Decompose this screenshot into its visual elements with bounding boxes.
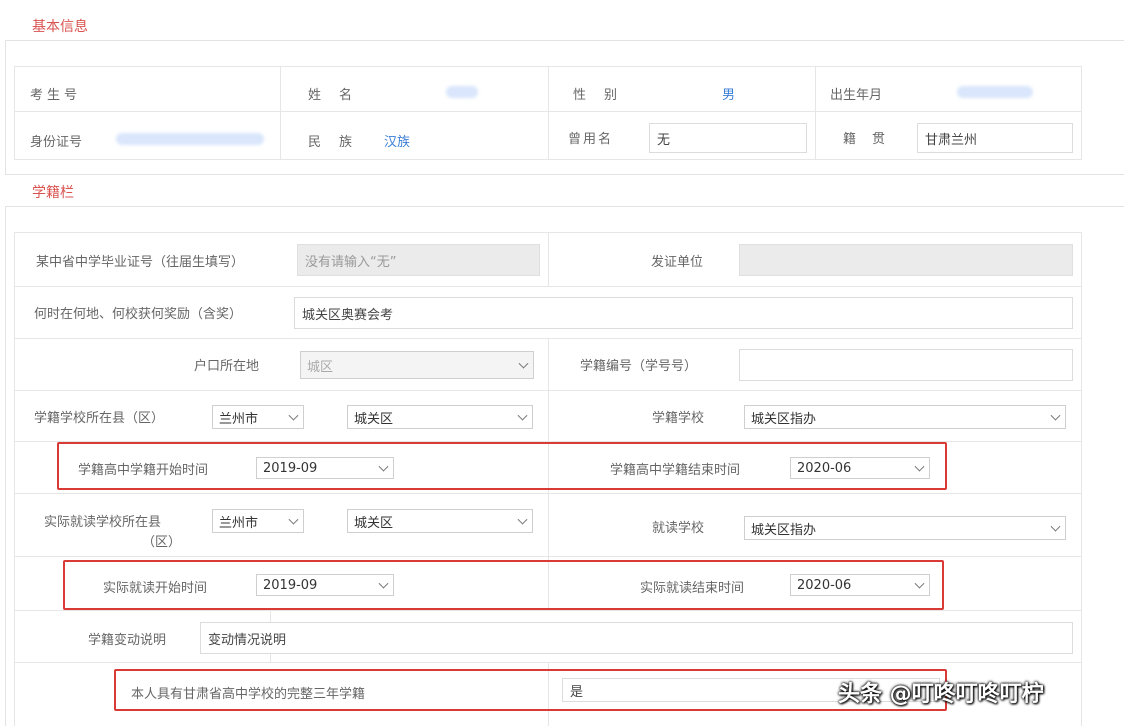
student-no-label: 学籍编号（学号号） [580, 359, 698, 374]
chevron-down-icon [517, 514, 528, 525]
birth-value-redacted [957, 86, 1033, 98]
chevron-down-icon [517, 410, 528, 421]
student-no-field[interactable] [739, 349, 1073, 381]
id-value-redacted [116, 133, 264, 145]
chevron-down-icon [518, 358, 529, 369]
gender-value: 男 [722, 88, 736, 103]
ethnicity-value: 汉族 [384, 135, 411, 150]
award-label: 何时在何地、何校获何奖励（含奖） [34, 307, 243, 322]
three-year-label: 本人具有甘肃省高中学校的完整三年学籍 [131, 687, 366, 702]
chevron-down-icon [1050, 521, 1061, 532]
residence-label: 户口所在地 [194, 359, 260, 374]
school-city-select[interactable]: 兰州市 [212, 405, 304, 429]
start-label: 学籍高中学籍开始时间 [78, 463, 209, 478]
residence-select[interactable]: 城区 [300, 351, 534, 379]
actual-district-select[interactable]: 城关区 [347, 509, 533, 533]
chevron-down-icon [914, 461, 925, 472]
award-field[interactable]: 城关区奥赛会考 [294, 297, 1073, 329]
chevron-down-icon [1050, 410, 1061, 421]
cert-label: 某中省中学毕业证号（往届生填写） [36, 255, 245, 270]
actual-start-label: 实际就读开始时间 [103, 581, 208, 596]
end-select[interactable]: 2020-06 [790, 457, 930, 479]
start-select[interactable]: 2019-09 [256, 457, 394, 479]
chevron-down-icon [378, 461, 389, 472]
actual-end-select[interactable]: 2020-06 [790, 574, 930, 596]
issuer-label: 发证单位 [651, 255, 704, 270]
basic-info-title: 基本信息 [26, 16, 94, 36]
end-label: 学籍高中学籍结束时间 [610, 463, 741, 478]
school-select[interactable]: 城关区指办 [744, 405, 1066, 429]
watermark: 头条 @叮咚叮咚叮柠 [838, 682, 1044, 707]
actual-start-select[interactable]: 2019-09 [256, 574, 394, 596]
school-location-label: 学籍学校所在县（区） [34, 411, 165, 426]
actual-location-label-suffix: （区） [142, 535, 182, 550]
change-field[interactable]: 变动情况说明 [200, 622, 1073, 654]
actual-location-label: 实际就读学校所在县 [44, 515, 162, 530]
name-value-redacted [446, 86, 478, 98]
issuer-field[interactable] [739, 244, 1073, 276]
exam-no-label: 考生号 [30, 88, 82, 103]
chevron-down-icon [378, 578, 389, 589]
school-label: 学籍学校 [652, 411, 705, 426]
ethnicity-label: 民族 [308, 135, 371, 150]
actual-end-label: 实际就读结束时间 [640, 581, 745, 596]
change-label: 学籍变动说明 [88, 633, 167, 648]
origin-label: 籍贯 [843, 132, 902, 147]
chevron-down-icon [288, 410, 299, 421]
alias-field[interactable]: 无 [649, 123, 807, 153]
actual-school-label: 就读学校 [652, 521, 705, 536]
origin-field[interactable]: 甘肃兰州 [917, 123, 1073, 153]
school-status-title: 学籍栏 [26, 182, 80, 202]
chevron-down-icon [288, 514, 299, 525]
gender-label: 性别 [573, 88, 636, 103]
actual-city-select[interactable]: 兰州市 [212, 509, 304, 533]
birth-label: 出生年月 [830, 88, 883, 103]
cert-field[interactable]: 没有请输入“无” [297, 244, 540, 276]
name-label: 姓名 [308, 88, 371, 103]
id-label: 身份证号 [30, 135, 83, 150]
actual-school-select[interactable]: 城关区指办 [744, 516, 1066, 540]
school-district-select[interactable]: 城关区 [347, 405, 533, 429]
alias-label: 曾用名 [568, 132, 614, 147]
chevron-down-icon [914, 578, 925, 589]
